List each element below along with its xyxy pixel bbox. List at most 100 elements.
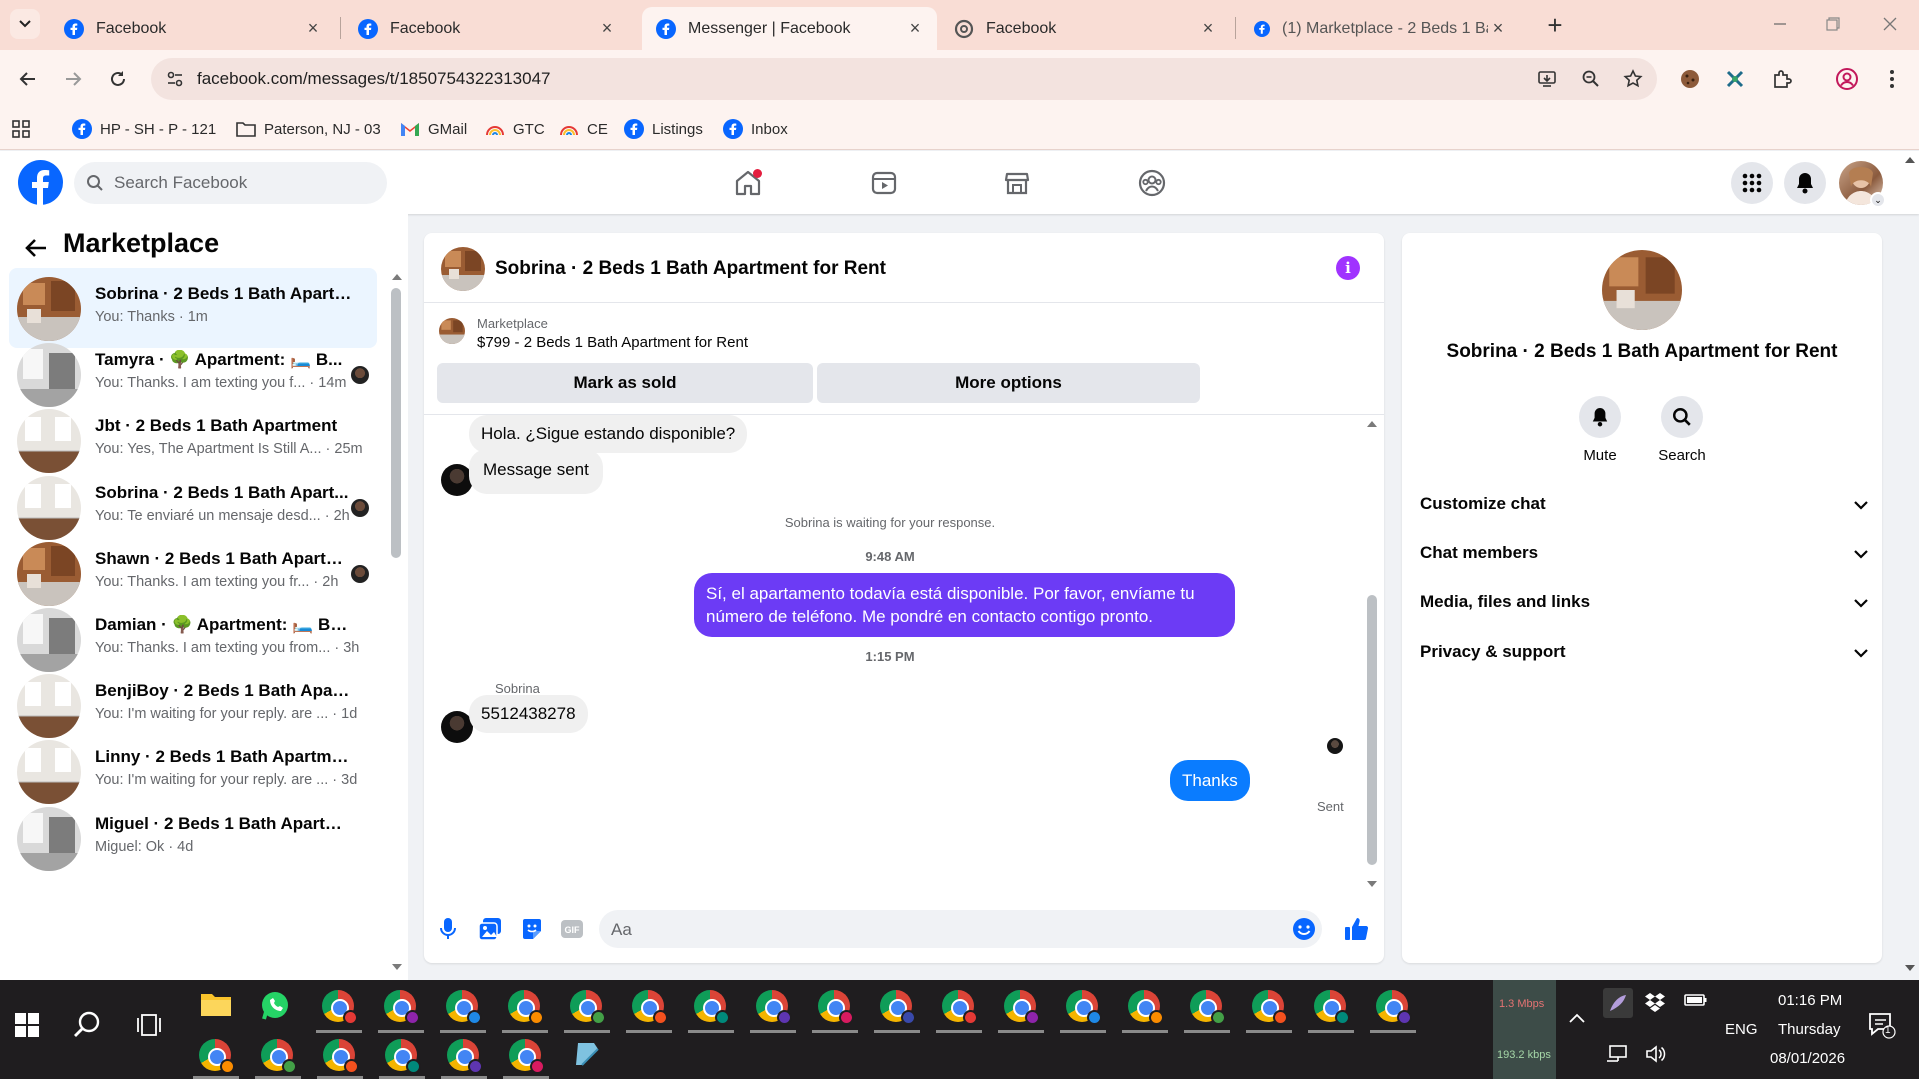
chevron-up-icon[interactable] bbox=[1568, 1012, 1604, 1048]
puzzle-extensions-icon[interactable] bbox=[1765, 62, 1799, 96]
chrome-profile-icon[interactable] bbox=[199, 1039, 235, 1075]
search-in-chat-button[interactable]: Search bbox=[1647, 396, 1717, 464]
bookmark-listings[interactable]: Listings bbox=[624, 116, 703, 142]
chrome-profile-icon[interactable] bbox=[323, 1039, 359, 1075]
chrome-profile-icon[interactable] bbox=[1004, 990, 1040, 1026]
site-info-icon[interactable] bbox=[163, 67, 187, 91]
close-tab-icon[interactable]: × bbox=[303, 18, 323, 39]
chrome-profile-icon[interactable] bbox=[942, 990, 978, 1026]
bookmark-inbox[interactable]: Inbox bbox=[723, 116, 788, 142]
bookmark-gmail[interactable]: GMail bbox=[400, 116, 467, 142]
address-bar[interactable]: facebook.com/messages/t/1850754322313047 bbox=[151, 58, 1657, 100]
profile-icon[interactable] bbox=[1830, 62, 1864, 96]
gif-icon[interactable]: GIF bbox=[558, 915, 586, 943]
browser-tab-4[interactable]: Facebook × bbox=[940, 7, 1230, 50]
message-sent-card[interactable]: Message sent bbox=[469, 449, 603, 494]
volume-icon[interactable] bbox=[1645, 1044, 1681, 1079]
chrome-profile-icon[interactable] bbox=[384, 990, 420, 1026]
install-app-icon[interactable] bbox=[1535, 67, 1559, 91]
chat-list-item[interactable]: Miguel · 2 Beds 1 Bath Apartme... Miguel:… bbox=[9, 798, 377, 878]
whatsapp-icon[interactable] bbox=[259, 990, 295, 1026]
reload-icon[interactable] bbox=[101, 62, 135, 96]
browser-tab-3-active[interactable]: Messenger | Facebook × bbox=[642, 7, 937, 50]
restore-icon[interactable] bbox=[1821, 12, 1845, 36]
like-thumbs-up-icon[interactable] bbox=[1342, 915, 1370, 943]
back-arrow-icon[interactable] bbox=[22, 234, 50, 262]
chat-list-scrollbar[interactable] bbox=[388, 268, 408, 974]
mark-as-sold-button[interactable]: Mark as sold bbox=[437, 363, 813, 403]
chrome-profile-icon[interactable] bbox=[694, 990, 730, 1026]
menu-kebab-icon[interactable] bbox=[1875, 62, 1909, 96]
notifications-button[interactable] bbox=[1784, 162, 1826, 204]
chrome-profile-icon[interactable] bbox=[261, 1039, 297, 1075]
conversation-avatar[interactable] bbox=[441, 247, 485, 291]
chrome-profile-icon[interactable] bbox=[1252, 990, 1288, 1026]
conversation-title[interactable]: Sobrina · 2 Beds 1 Bath Apartment for Re… bbox=[495, 258, 886, 280]
clock-day[interactable]: Thursday bbox=[1778, 1021, 1841, 1038]
chrome-profile-icon[interactable] bbox=[322, 990, 358, 1026]
groups-nav-button[interactable] bbox=[1134, 165, 1170, 201]
notepad-app-icon[interactable] bbox=[572, 1039, 608, 1075]
chrome-profile-icon[interactable] bbox=[632, 990, 668, 1026]
chrome-profile-icon[interactable] bbox=[447, 1039, 483, 1075]
bookmark-hp-sh-p-121[interactable]: HP - SH - P - 121 bbox=[72, 116, 216, 142]
dropbox-icon[interactable] bbox=[1644, 992, 1680, 1028]
chrome-profile-icon[interactable] bbox=[509, 1039, 545, 1075]
chrome-profile-icon[interactable] bbox=[1190, 990, 1226, 1026]
clock-date[interactable]: 08/01/2026 bbox=[1770, 1050, 1845, 1067]
chat-members-section[interactable]: Chat members bbox=[1402, 533, 1882, 573]
menu-button[interactable] bbox=[1731, 162, 1773, 204]
chrome-profile-icon[interactable] bbox=[880, 990, 916, 1026]
new-tab-button[interactable]: + bbox=[1540, 10, 1570, 40]
photo-gallery-icon[interactable] bbox=[476, 915, 504, 943]
extension-icon[interactable] bbox=[1718, 62, 1752, 96]
chrome-profile-icon[interactable] bbox=[1128, 990, 1164, 1026]
language-indicator[interactable]: ENG bbox=[1725, 1021, 1758, 1038]
message-input[interactable]: Aa bbox=[599, 910, 1322, 948]
sticker-icon[interactable] bbox=[518, 915, 546, 943]
close-tab-icon[interactable]: × bbox=[905, 18, 925, 39]
bookmark-gtc[interactable]: GTC bbox=[485, 116, 545, 142]
bookmark-ce[interactable]: CE bbox=[559, 116, 608, 142]
minimize-icon[interactable] bbox=[1768, 12, 1792, 36]
close-tab-icon[interactable]: × bbox=[1198, 18, 1218, 39]
feather-app-icon[interactable] bbox=[1603, 988, 1633, 1018]
browser-tab-1[interactable]: Facebook × bbox=[50, 7, 335, 50]
forward-icon[interactable] bbox=[56, 62, 90, 96]
notification-center-icon[interactable]: 1 bbox=[1866, 1010, 1902, 1046]
message-bubble-incoming[interactable]: Hola. ¿Sigue estando disponible? bbox=[469, 415, 748, 453]
scrollbar-thumb[interactable] bbox=[1367, 595, 1377, 865]
mute-button[interactable]: Mute bbox=[1565, 396, 1635, 464]
home-nav-button[interactable] bbox=[730, 165, 766, 201]
emoji-icon[interactable] bbox=[1290, 915, 1318, 943]
battery-icon[interactable] bbox=[1684, 992, 1720, 1028]
chrome-profile-icon[interactable] bbox=[446, 990, 482, 1026]
message-bubble-outgoing[interactable]: Sí, el apartamento todavía está disponib… bbox=[694, 573, 1235, 637]
chrome-profile-icon[interactable] bbox=[508, 990, 544, 1026]
message-bubble-outgoing[interactable]: Thanks bbox=[1170, 760, 1250, 801]
marketplace-nav-button[interactable] bbox=[999, 165, 1035, 201]
facebook-logo-icon[interactable] bbox=[18, 160, 63, 205]
chevron-down-icon[interactable]: ⌄ bbox=[1870, 192, 1886, 208]
chrome-profile-icon[interactable] bbox=[756, 990, 792, 1026]
clock-time[interactable]: 01:16 PM bbox=[1778, 992, 1842, 1009]
task-view-icon[interactable] bbox=[136, 1012, 172, 1048]
video-nav-button[interactable] bbox=[866, 165, 902, 201]
bookmark-star-icon[interactable] bbox=[1621, 67, 1645, 91]
close-tab-icon[interactable]: × bbox=[597, 18, 617, 39]
message-bubble-incoming[interactable]: 5512438278 bbox=[469, 695, 588, 733]
back-icon[interactable] bbox=[11, 62, 45, 96]
browser-tab-5[interactable]: (1) Marketplace - 2 Beds 1 Bath × bbox=[1240, 7, 1520, 50]
listing-price[interactable]: $799 - 2 Beds 1 Bath Apartment for Rent bbox=[477, 334, 748, 351]
chrome-profile-icon[interactable] bbox=[385, 1039, 421, 1075]
chrome-profile-icon[interactable] bbox=[818, 990, 854, 1026]
listing-thumbnail[interactable] bbox=[439, 318, 465, 344]
apps-grid-icon[interactable] bbox=[12, 116, 30, 142]
zoom-out-icon[interactable] bbox=[1579, 67, 1603, 91]
privacy-support-section[interactable]: Privacy & support bbox=[1402, 632, 1882, 672]
customize-chat-section[interactable]: Customize chat bbox=[1402, 484, 1882, 524]
media-files-links-section[interactable]: Media, files and links bbox=[1402, 582, 1882, 622]
browser-tab-2[interactable]: Facebook × bbox=[344, 7, 629, 50]
facebook-search-input[interactable]: Search Facebook bbox=[74, 162, 387, 204]
search-icon[interactable] bbox=[72, 1010, 108, 1046]
